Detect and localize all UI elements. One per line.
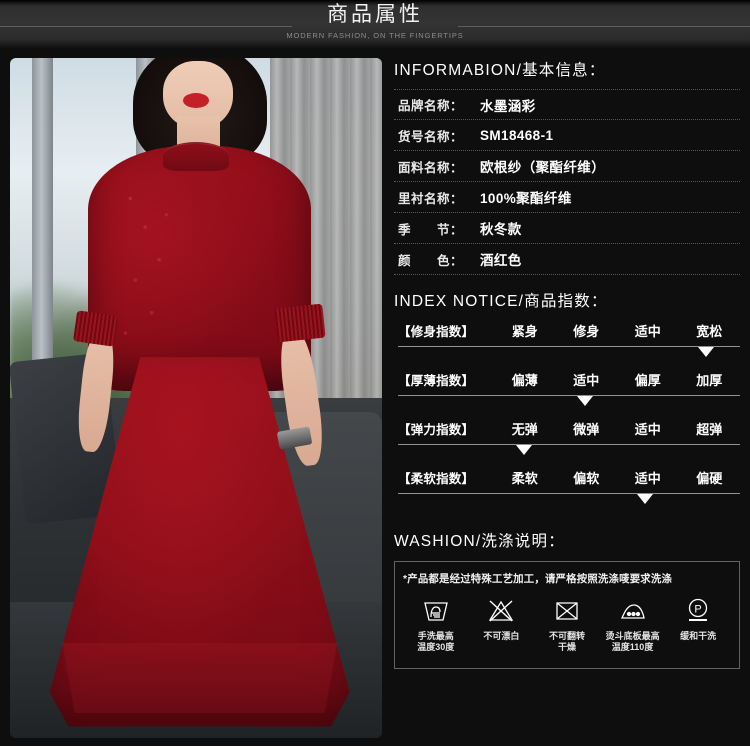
dress-ruffle-cuff [73, 310, 118, 347]
care-item: 不可翻转 干燥 [534, 593, 600, 653]
index-scale-bar [398, 493, 740, 494]
index-row: 【厚薄指数】 偏薄 适中 偏厚 加厚 [394, 366, 740, 415]
photo-scene [10, 58, 382, 738]
washion-note: *产品都是经过特殊工艺加工，请严格按照洗涤唛要求洗涤 [403, 573, 673, 585]
care-item: 手洗最高 温度30度 [403, 593, 469, 653]
info-row-label: 里衬名称： [398, 191, 464, 206]
index-option[interactable]: 柔软 [494, 468, 556, 487]
hand-wash-icon [420, 593, 452, 627]
index-row: 【修身指数】 紧身 修身 适中 宽松 [394, 317, 740, 366]
index-option[interactable]: 超弹 [679, 419, 741, 438]
info-row: 货号名称： SM18468-1 [394, 120, 740, 151]
info-row-label: 颜 色： [398, 253, 464, 268]
product-photo [10, 58, 382, 738]
index-option[interactable]: 紧身 [494, 321, 556, 340]
dress-ruffle-cuff [274, 303, 326, 343]
index-row: 【柔软指数】 柔软 偏软 适中 偏硬 [394, 464, 740, 513]
care-item-label: 手洗最高 温度30度 [417, 631, 455, 652]
info-row: 面料名称： 欧根纱（聚酯纤维） [394, 151, 740, 182]
index-option[interactable]: 偏厚 [617, 370, 679, 389]
index-option[interactable]: 偏薄 [494, 370, 556, 389]
care-item: 烫斗底板最高 温度110度 [600, 593, 666, 653]
care-item: P 缓和干洗 [665, 593, 731, 653]
index-selected-marker [637, 494, 654, 504]
info-row-label: 季 节： [398, 222, 464, 237]
info-row-label: 面料名称： [398, 160, 464, 175]
index-row-name: 【弹力指数】 [398, 423, 475, 437]
care-icon-row: 手洗最高 温度30度 不可漂白 不可翻转 干燥 烫斗底板最高 温度110度 P 缓和干洗 [403, 593, 731, 653]
header-center: 商品属性 MODERN FASHION, ON THE FINGERTIPS [245, 2, 505, 42]
dress-stand-collar [162, 142, 230, 171]
index-scale-bar [398, 395, 740, 396]
index-scale-bar [398, 444, 740, 445]
information-list: 品牌名称： 水墨涵彩货号名称： SM18468-1 面料名称： 欧根纱（聚酯纤维） 里衬名… [394, 89, 740, 275]
info-row: 品牌名称： 水墨涵彩 [394, 89, 740, 120]
washion-section-title: WASHION/洗涤说明： [394, 533, 565, 550]
care-item-label: 缓和干洗 [680, 631, 717, 641]
index-option[interactable]: 适中 [556, 370, 618, 389]
index-option[interactable]: 修身 [556, 321, 618, 340]
index-selected-marker [697, 347, 714, 357]
index-option[interactable]: 无弹 [494, 419, 556, 438]
index-option[interactable]: 适中 [617, 321, 679, 340]
svg-text:P: P [695, 604, 702, 616]
info-row-label: 货号名称： [398, 129, 464, 144]
care-item: 不可漂白 [469, 593, 535, 653]
dress-organza-hem [62, 642, 338, 713]
info-row-value: SM18468-1 [480, 127, 554, 143]
do-not-bleach-icon [485, 593, 517, 627]
care-item-label: 不可翻转 干燥 [548, 631, 585, 652]
info-row-value: 水墨涵彩 [480, 98, 536, 114]
index-section-title: INDEX NOTICE/商品指数： [394, 293, 608, 310]
index-row-name: 【柔软指数】 [398, 472, 475, 486]
page-header: 商品属性 MODERN FASHION, ON THE FINGERTIPS [0, 0, 750, 50]
index-option[interactable]: 加厚 [679, 370, 741, 389]
model-left-arm [74, 328, 117, 454]
care-item-label: 不可漂白 [483, 631, 520, 641]
index-scale-bar [398, 346, 740, 347]
gentle-dry-clean-p-icon: P [682, 593, 714, 627]
info-row: 颜 色： 酒红色 [394, 244, 740, 275]
index-option[interactable]: 微弹 [556, 419, 618, 438]
attributes-panel: INFORMABION/基本信息： 品牌名称： 水墨涵彩货号名称： SM18468-… [394, 58, 740, 738]
do-not-tumble-dry-icon [551, 593, 583, 627]
info-row-value: 欧根纱（聚酯纤维） [480, 160, 606, 175]
index-selected-marker [516, 445, 533, 455]
care-item-label: 烫斗底板最高 温度110度 [605, 631, 660, 652]
info-row-label: 品牌名称： [398, 99, 464, 113]
dress-beaded-embroidery [114, 173, 196, 378]
index-option[interactable]: 宽松 [679, 321, 741, 340]
model-figure [10, 58, 382, 738]
index-selected-marker [576, 396, 593, 406]
information-section-title: INFORMABION/基本信息： [394, 62, 606, 79]
index-option[interactable]: 适中 [617, 468, 679, 487]
info-row-value: 秋冬款 [480, 222, 522, 237]
page-title: 商品属性 [327, 3, 423, 26]
index-option[interactable]: 适中 [617, 419, 679, 438]
info-row: 季 节： 秋冬款 [394, 213, 740, 244]
index-row-name: 【修身指数】 [398, 325, 475, 339]
index-row-name: 【厚薄指数】 [398, 374, 475, 388]
info-row: 里衬名称： 100%聚酯纤维 [394, 182, 740, 213]
iron-low-heat-icon [617, 593, 649, 627]
index-row: 【弹力指数】 无弹 微弹 适中 超弹 [394, 415, 740, 464]
washion-box: *产品都是经过特殊工艺加工，请严格按照洗涤唛要求洗涤 手洗最高 温度30度 不可漂… [394, 561, 740, 669]
page-subtitle: MODERN FASHION, ON THE FINGERTIPS [286, 31, 464, 40]
product-attributes-page: 商品属性 MODERN FASHION, ON THE FINGERTIPS I… [0, 0, 750, 746]
info-row-value: 酒红色 [480, 253, 522, 268]
index-option[interactable]: 偏硬 [679, 468, 741, 487]
index-list: 【修身指数】 紧身 修身 适中 宽松 【厚薄指数】 偏薄 适中 偏厚 加厚 【弹力指数】 无弹 微弹 适中… [394, 317, 740, 513]
index-option[interactable]: 偏软 [556, 468, 618, 487]
info-row-value: 100%聚酯纤维 [480, 191, 572, 206]
